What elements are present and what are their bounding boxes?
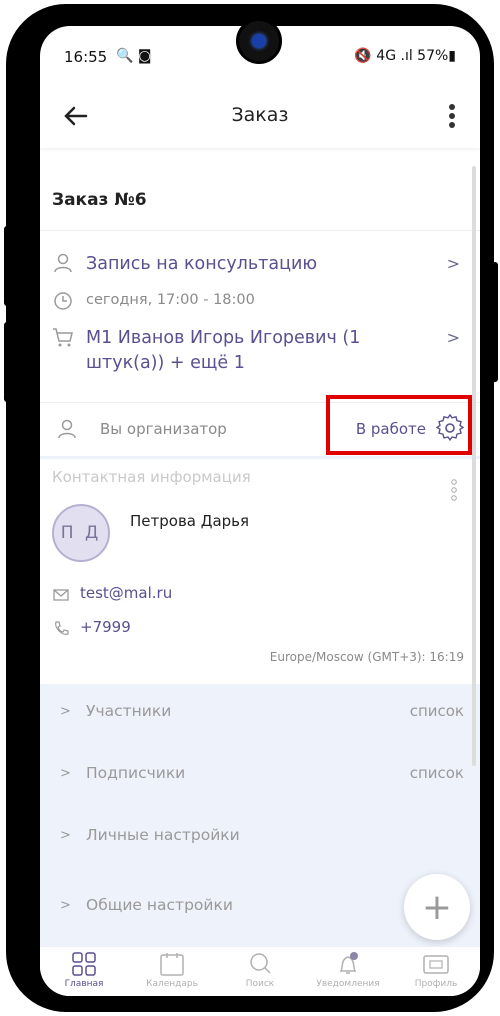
person-icon (54, 253, 72, 273)
items-row[interactable]: М1 Иванов Игорь Игоревич (1 штук(а)) + е… (52, 326, 470, 380)
divider (40, 456, 480, 459)
nav-home[interactable]: Главная (40, 951, 128, 995)
service-name: Запись на консультацию (86, 254, 318, 274)
cart-icon (53, 328, 73, 347)
chevron-right-icon: > (446, 254, 460, 273)
scrollbar[interactable] (472, 166, 476, 766)
nav-label: Календарь (146, 979, 198, 989)
front-camera (236, 18, 282, 64)
person-icon (58, 419, 76, 439)
page-title: Заказ (231, 104, 289, 126)
power-button (490, 262, 498, 382)
chevron-right-icon: > (60, 704, 71, 719)
nav-label: Профиль (414, 979, 458, 989)
section-tag: список (409, 764, 464, 782)
status-highlight-box (326, 395, 472, 455)
status-time: 16:55 (64, 48, 108, 66)
status-right-icons: 🔇 4G .ıl 57%▮ (354, 48, 456, 64)
phone-icon (55, 621, 69, 635)
timezone-label: Europe/Moscow (GMT+3): 16:19 (269, 650, 464, 664)
section-subscribers[interactable]: > Подписчики список (40, 760, 480, 800)
status-left-icons: 🔍 ◙ (116, 48, 152, 64)
order-items: М1 Иванов Игорь Игоревич (1 штук(а)) + е… (86, 328, 361, 373)
nav-label: Поиск (245, 979, 275, 989)
section-tag: список (409, 702, 464, 720)
mail-icon (53, 589, 69, 601)
section-personal-settings[interactable]: > Личные настройки (40, 822, 480, 862)
nav-profile[interactable]: Профиль (392, 951, 480, 995)
search-icon (250, 953, 271, 974)
chevron-right-icon: > (60, 766, 71, 781)
chevron-right-icon: > (446, 328, 460, 347)
bottom-navigation: Главная Календарь Поиск Уведомления Проф… (40, 946, 480, 996)
section-title: Подписчики (86, 764, 186, 782)
contact-name: Петрова Дарья (130, 512, 250, 530)
screen: 16:55 🔍 ◙ 🔇 4G .ıl 57%▮ Заказ Заказ №6 З… (40, 26, 480, 996)
more-vert-icon[interactable] (450, 478, 458, 502)
section-title: Личные настройки (86, 826, 240, 844)
volume-button (4, 226, 12, 306)
organizer-label: Вы организатор (100, 420, 227, 438)
nav-calendar[interactable]: Календарь (128, 951, 216, 995)
more-vert-icon (449, 104, 455, 128)
avatar: П Д (52, 504, 110, 562)
calendar-icon (160, 953, 184, 976)
section-title: Общие настройки (86, 896, 233, 914)
volume-button (4, 322, 12, 402)
more-menu-button[interactable] (440, 100, 464, 132)
chevron-right-icon: > (60, 828, 71, 843)
profile-card-icon (423, 955, 449, 974)
phone-frame: 16:55 🔍 ◙ 🔇 4G .ıl 57%▮ Заказ Заказ №6 З… (6, 4, 494, 1012)
section-title: Участники (86, 702, 172, 720)
chevron-right-icon: > (60, 898, 71, 913)
nav-label: Главная (64, 979, 104, 989)
add-button[interactable]: + (404, 874, 470, 940)
sections-panel: > Участники список > Подписчики список >… (40, 684, 480, 984)
clock-icon (54, 292, 72, 310)
contact-phone: +7999 (80, 618, 131, 636)
app-bar: Заказ (40, 84, 480, 148)
section-participants[interactable]: > Участники список (40, 698, 480, 738)
contact-heading: Контактная информация (52, 468, 251, 486)
divider (40, 230, 480, 231)
nav-notifications[interactable]: Уведомления (304, 951, 392, 995)
bell-icon (339, 952, 358, 974)
order-number: Заказ №6 (52, 190, 147, 210)
nav-label: Уведомления (316, 979, 380, 989)
grid-icon (72, 952, 96, 976)
nav-search[interactable]: Поиск (216, 951, 304, 995)
order-time: сегодня, 17:00 - 18:00 (86, 292, 255, 308)
contact-email: test@mal.ru (80, 584, 173, 602)
